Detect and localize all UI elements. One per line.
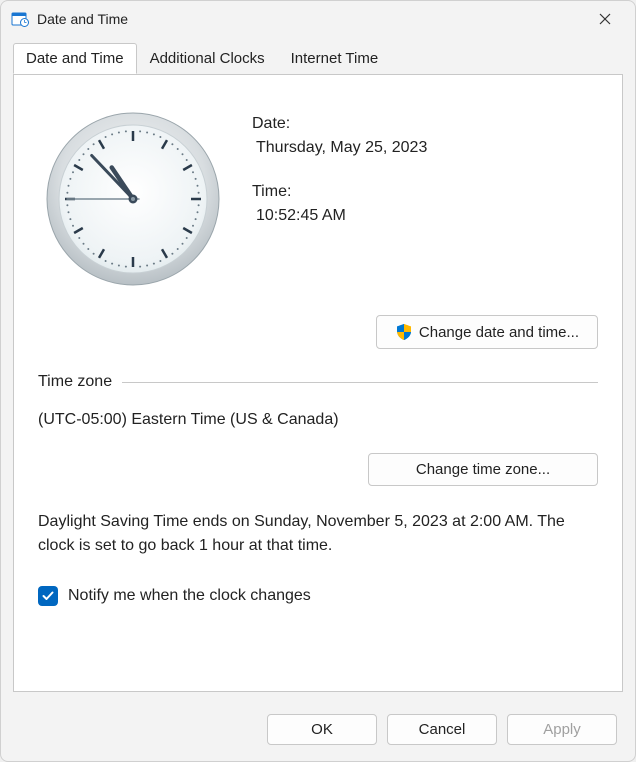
- time-label: Time:: [252, 183, 598, 201]
- tab-strip: Date and Time Additional Clocks Internet…: [1, 37, 635, 75]
- window-title: Date and Time: [37, 11, 585, 27]
- tab-label: Date and Time: [26, 50, 124, 67]
- timezone-value: (UTC-05:00) Eastern Time (US & Canada): [38, 411, 598, 429]
- tab-internet-time[interactable]: Internet Time: [278, 43, 392, 74]
- time-value: 10:52:45 AM: [252, 207, 598, 225]
- date-time-icon: [11, 10, 29, 28]
- change-timezone-button[interactable]: Change time zone...: [368, 453, 598, 486]
- timezone-section-title: Time zone: [38, 373, 112, 391]
- date-time-window: Date and Time Date and Time Additional C…: [0, 0, 636, 762]
- top-section: Date: Thursday, May 25, 2023 Time: 10:52…: [38, 99, 598, 299]
- date-value: Thursday, May 25, 2023: [252, 139, 598, 157]
- analog-clock: [38, 99, 228, 299]
- dst-info-text: Daylight Saving Time ends on Sunday, Nov…: [38, 510, 598, 558]
- divider: [122, 382, 598, 383]
- close-button[interactable]: [585, 5, 625, 33]
- shield-icon: [395, 323, 413, 341]
- button-label: Cancel: [419, 721, 466, 738]
- cancel-button[interactable]: Cancel: [387, 714, 497, 745]
- button-label: Change time zone...: [416, 461, 550, 478]
- tab-additional-clocks[interactable]: Additional Clocks: [137, 43, 278, 74]
- notify-checkbox[interactable]: [38, 586, 58, 606]
- close-icon: [599, 13, 611, 25]
- apply-button[interactable]: Apply: [507, 714, 617, 745]
- titlebar: Date and Time: [1, 1, 635, 37]
- notify-checkbox-label: Notify me when the clock changes: [68, 587, 311, 605]
- button-label: Change date and time...: [419, 324, 579, 341]
- change-date-time-button[interactable]: Change date and time...: [376, 315, 598, 349]
- date-label: Date:: [252, 115, 598, 133]
- button-label: Apply: [543, 721, 581, 738]
- button-label: OK: [311, 721, 333, 738]
- ok-button[interactable]: OK: [267, 714, 377, 745]
- tab-label: Additional Clocks: [150, 50, 265, 67]
- checkmark-icon: [41, 589, 55, 603]
- tab-date-and-time[interactable]: Date and Time: [13, 43, 137, 74]
- tab-label: Internet Time: [291, 50, 379, 67]
- tab-panel: Date: Thursday, May 25, 2023 Time: 10:52…: [13, 74, 623, 692]
- timezone-section-header: Time zone: [38, 373, 598, 391]
- notify-checkbox-row[interactable]: Notify me when the clock changes: [38, 586, 598, 606]
- dialog-footer: OK Cancel Apply: [1, 704, 635, 761]
- date-time-info: Date: Thursday, May 25, 2023 Time: 10:52…: [252, 99, 598, 299]
